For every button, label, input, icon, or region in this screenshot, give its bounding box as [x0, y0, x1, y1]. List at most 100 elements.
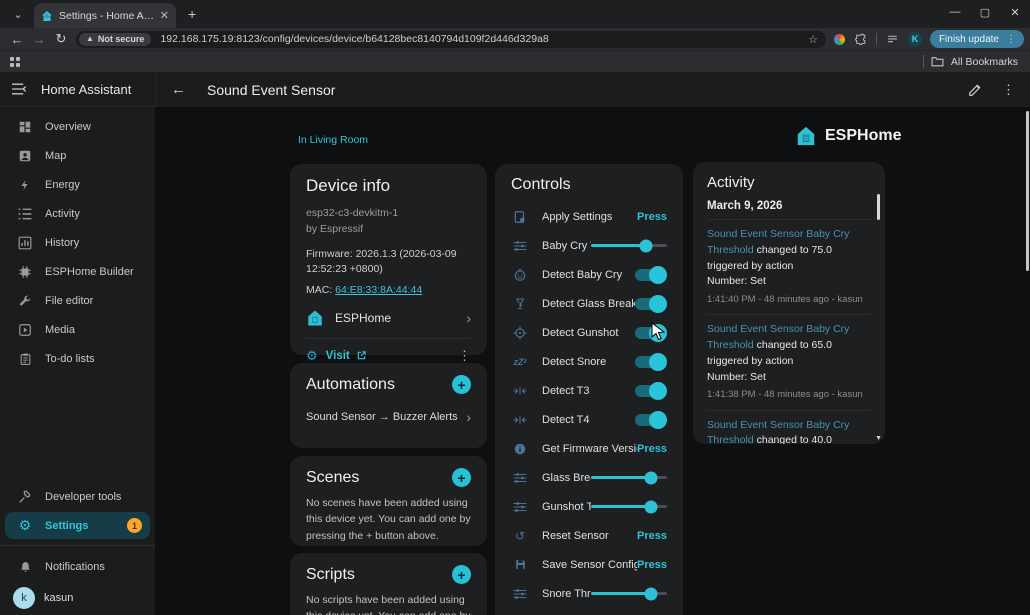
- crosshair-icon: [511, 326, 529, 340]
- window-minimize-button[interactable]: —: [940, 0, 970, 24]
- edit-pencil-icon[interactable]: [968, 83, 982, 97]
- toolbar-separator: [876, 33, 877, 45]
- sidebar-item-developer-tools[interactable]: Developer tools: [0, 482, 155, 511]
- sidebar-item-history[interactable]: History: [0, 228, 155, 257]
- press-button[interactable]: Press: [637, 211, 667, 223]
- extensions-puzzle-icon[interactable]: [854, 33, 867, 46]
- device-menu-icon[interactable]: ⋮: [458, 348, 471, 364]
- tune-icon: [511, 501, 529, 513]
- activity-entry[interactable]: Sound Event Sensor Baby Cry Threshold ch…: [707, 314, 871, 409]
- control-row-detect-t3: Detect T3: [511, 376, 667, 405]
- url-bar[interactable]: ▲ Not secure 192.168.175.19:8123/config/…: [76, 31, 826, 48]
- device-info-card: Device info esp32-c3-devkitm-1 by Espres…: [290, 164, 487, 355]
- browser-menu-icon[interactable]: ⋮: [1002, 34, 1020, 45]
- not-secure-badge[interactable]: ▲ Not secure: [79, 33, 151, 46]
- media-play-icon: [16, 323, 34, 337]
- scripts-title: Scripts: [306, 566, 355, 584]
- overflow-menu-icon[interactable]: ⋮: [1002, 82, 1015, 98]
- press-button[interactable]: Press: [637, 443, 667, 455]
- sidebar-toggle-icon[interactable]: [12, 83, 28, 95]
- control-row-partial: [511, 608, 667, 615]
- extension-icon[interactable]: [834, 34, 845, 45]
- sidebar-item-esphome-builder[interactable]: ESPHome Builder: [0, 257, 155, 286]
- toggle-switch[interactable]: [635, 269, 665, 281]
- url-text[interactable]: 192.168.175.19:8123/config/devices/devic…: [160, 33, 808, 45]
- automation-item[interactable]: Sound Sensor → Buzzer Alerts ›: [306, 409, 471, 425]
- toggle-switch[interactable]: [635, 356, 665, 368]
- activity-entry[interactable]: Sound Event Sensor Baby Cry Threshold ch…: [707, 410, 871, 445]
- esphome-brand-name: ESPHome: [825, 127, 901, 145]
- threshold-slider[interactable]: [591, 476, 667, 479]
- sidebar-item-file-editor[interactable]: File editor: [0, 286, 155, 315]
- area-link[interactable]: In Living Room: [298, 134, 368, 146]
- tab-title: Settings - Home Assistant: [59, 10, 156, 22]
- integration-row[interactable]: ESPHome ›: [306, 309, 471, 327]
- glass-icon: [511, 297, 529, 311]
- threshold-slider[interactable]: [591, 592, 667, 595]
- toggle-switch[interactable]: [635, 385, 665, 397]
- sidebar-user[interactable]: k kasun: [0, 581, 155, 615]
- activity-entry[interactable]: Sound Event Sensor Baby Cry Threshold ch…: [707, 219, 871, 314]
- visit-link[interactable]: Visit: [326, 350, 350, 362]
- control-row-baby-cry-threshold: Baby Cry Thre…: [511, 231, 667, 260]
- control-row-detect-glass-break: Detect Glass Break: [511, 289, 667, 318]
- tab-search-button[interactable]: ⌄: [8, 4, 28, 24]
- toggle-switch[interactable]: [635, 414, 665, 426]
- visit-gear-icon: ⚙: [306, 348, 318, 364]
- scroll-down-arrow-icon[interactable]: ▼: [875, 435, 882, 442]
- info-icon: [511, 442, 529, 456]
- browser-tab-strip: ⌄ Settings - Home Assistant ✕ + — ▢ ✕: [0, 0, 1030, 28]
- add-scene-button[interactable]: +: [452, 468, 471, 487]
- sidebar-item-media[interactable]: Media: [0, 315, 155, 344]
- activity-scrollbar-thumb[interactable]: [877, 194, 880, 220]
- threshold-slider[interactable]: [591, 244, 667, 247]
- apps-grid-icon[interactable]: [10, 57, 20, 67]
- forward-button[interactable]: →: [28, 32, 50, 47]
- wrench-icon: [16, 294, 34, 308]
- sidebar-item-settings[interactable]: ⚙ Settings 1: [5, 512, 150, 539]
- sidebar-item-todo-lists[interactable]: To-do lists: [0, 344, 155, 373]
- toggle-switch[interactable]: [635, 298, 665, 310]
- sidebar-item-energy[interactable]: Energy: [0, 170, 155, 199]
- threshold-slider[interactable]: [591, 505, 667, 508]
- add-script-button[interactable]: +: [452, 565, 471, 584]
- sidebar-item-activity[interactable]: Activity: [0, 199, 155, 228]
- mac-address-link[interactable]: 64:E8:33:8A:44:44: [335, 284, 422, 296]
- browser-profile-avatar[interactable]: K: [908, 32, 922, 46]
- press-button[interactable]: Press: [637, 559, 667, 571]
- bell-icon: [16, 560, 34, 574]
- back-button[interactable]: ←: [6, 32, 28, 47]
- reading-list-icon[interactable]: [886, 33, 899, 46]
- page-back-icon[interactable]: ←: [171, 81, 186, 98]
- bookmarks-separator: [923, 55, 924, 68]
- window-maximize-button[interactable]: ▢: [970, 0, 1000, 24]
- tune-icon: [511, 588, 529, 600]
- new-tab-button[interactable]: +: [188, 6, 196, 22]
- sidebar-item-overview[interactable]: Overview: [0, 112, 155, 141]
- browser-tab[interactable]: Settings - Home Assistant ✕: [34, 3, 176, 28]
- press-button[interactable]: Press: [637, 530, 667, 542]
- bar-chart-icon: [16, 236, 34, 250]
- tune-icon: [511, 240, 529, 252]
- baby-face-icon: [511, 268, 529, 282]
- window-close-button[interactable]: ✕: [1000, 0, 1030, 24]
- sidebar-item-notifications[interactable]: Notifications: [0, 552, 155, 581]
- dashboard-icon: [16, 120, 34, 134]
- page-scrollbar-thumb[interactable]: [1026, 111, 1029, 271]
- add-automation-button[interactable]: +: [452, 375, 471, 394]
- snore-zzz-icon: zZᶻ: [511, 357, 529, 367]
- finish-update-button[interactable]: Finish update ⋮: [930, 30, 1024, 48]
- tab-close-icon[interactable]: ✕: [160, 9, 169, 22]
- reload-button[interactable]: ↻: [50, 31, 72, 47]
- control-row-apply-settings: Apply Settings Press: [511, 202, 667, 231]
- sidebar-divider: [0, 545, 155, 546]
- hammer-icon: [16, 490, 34, 504]
- control-row-snore-threshold: Snore Thresh…: [511, 579, 667, 608]
- gear-icon: ⚙: [16, 517, 34, 534]
- all-bookmarks-button[interactable]: All Bookmarks: [951, 56, 1018, 68]
- sidebar-item-map[interactable]: Map: [0, 141, 155, 170]
- mouse-cursor: [651, 322, 666, 342]
- bookmark-star-icon[interactable]: ☆: [808, 33, 818, 46]
- esphome-brand: ESPHome: [795, 125, 901, 147]
- chevron-right-icon: ›: [466, 409, 471, 425]
